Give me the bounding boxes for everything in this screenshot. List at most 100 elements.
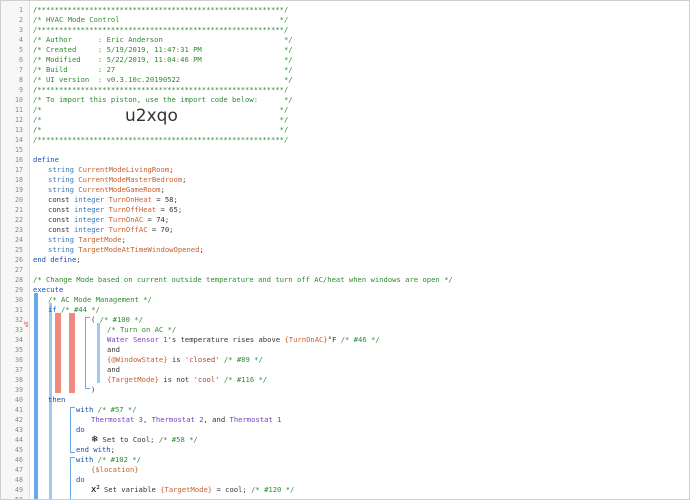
code-token: then xyxy=(48,395,66,404)
code-line: /* Author : Eric Anderson */ xyxy=(33,35,293,45)
code-line: /* Created : 5/19/2019, 11:47:31 PM */ xyxy=(33,45,293,55)
with-block-bracket-1 xyxy=(70,407,75,453)
code-token: is xyxy=(167,355,185,364)
code-line: end with; xyxy=(76,445,115,455)
line-number: 9 xyxy=(19,86,23,94)
code-token: /* */ xyxy=(33,105,289,114)
code-line: /***************************************… xyxy=(33,85,288,95)
code-token: /* #46 */ xyxy=(340,335,380,344)
code-token: do xyxy=(76,475,85,484)
code-token: do xyxy=(76,425,85,434)
line-number: 22 xyxy=(15,216,23,224)
code-token: /* Modified : 5/22/2019, 11:04:46 PM */ xyxy=(33,55,293,64)
code-token: string xyxy=(48,175,79,184)
code-token: , and xyxy=(203,415,230,424)
code-token: CurrentModeGameRoom xyxy=(78,185,161,194)
line-number: 23 xyxy=(15,226,23,234)
code-token: Thermostat 2 xyxy=(151,415,204,424)
line-number: 26 xyxy=(15,256,23,264)
code-token: /***************************************… xyxy=(33,5,289,14)
code-token: = cool; xyxy=(212,485,252,494)
code-line: const integer TurnOnHeat = 58; xyxy=(48,195,178,205)
code-token: {TargetMode} xyxy=(107,375,159,384)
code-token: CurrentModeMasterBedroom xyxy=(78,175,183,184)
code-token: Water Sensor 1 xyxy=(107,335,168,344)
code-line: /* To import this piston, use the import… xyxy=(33,95,293,105)
line-number: 35 xyxy=(15,346,23,354)
code-token: CurrentModeLivingRoom xyxy=(78,165,170,174)
code-token: string xyxy=(48,165,79,174)
condition-trigger-icon: ↯ xyxy=(23,320,30,329)
code-token: integer xyxy=(73,225,109,234)
code-token: with xyxy=(76,405,98,414)
line-number: 24 xyxy=(15,236,23,244)
line-number: 36 xyxy=(15,356,23,364)
line-number: 17 xyxy=(15,166,23,174)
code-token: , xyxy=(142,415,152,424)
code-line: /***************************************… xyxy=(33,25,288,35)
code-line: Thermostat 3, Thermostat 2, and Thermost… xyxy=(91,415,281,425)
code-line: /* Change Mode based on current outside … xyxy=(33,275,453,285)
code-token: /* Build : 27 */ xyxy=(33,65,293,74)
line-number: 6 xyxy=(19,56,23,64)
code-token: ; xyxy=(199,245,204,254)
piston-code-viewer: ↯ u2xqo 1/******************************… xyxy=(0,0,690,500)
code-token: /* To import this piston, use the import… xyxy=(33,95,293,104)
with-block-bracket-2 xyxy=(70,457,75,499)
code-token: integer xyxy=(73,205,109,214)
line-number: 34 xyxy=(15,336,23,344)
code-token: /* #102 */ xyxy=(97,455,141,464)
code-token: TurnOffHeat xyxy=(108,205,157,214)
code-token: = 70; xyxy=(147,225,174,234)
code-line: x² Set variable {TargetMode} = cool; /* #… xyxy=(91,485,294,495)
code-token: const xyxy=(48,215,74,224)
code-line: do xyxy=(76,425,85,435)
code-token: {TurnOnAC} xyxy=(284,335,328,344)
code-line: and xyxy=(107,365,120,375)
code-token: /* #89 */ xyxy=(223,355,263,364)
code-line: const integer TurnOffAC = 70; xyxy=(48,225,174,235)
code-token: string xyxy=(48,245,79,254)
code-token: const xyxy=(48,195,74,204)
line-number: 28 xyxy=(15,276,23,284)
code-line: string CurrentModeMasterBedroom; xyxy=(48,175,186,185)
code-line: /* Modified : 5/22/2019, 11:04:46 PM */ xyxy=(33,55,293,65)
code-token: if xyxy=(48,305,61,314)
line-number: 47 xyxy=(15,466,23,474)
code-token: Set to Cool; xyxy=(102,435,159,444)
code-token: const xyxy=(48,205,74,214)
code-token: TurnOnHeat xyxy=(108,195,152,204)
code-line: /* */ xyxy=(33,105,288,115)
code-token: /* Turn on AC */ xyxy=(107,325,177,334)
line-number: 43 xyxy=(15,426,23,434)
code-token: ) xyxy=(91,385,96,394)
line-number: 3 xyxy=(19,26,23,34)
code-line: /* UI version : v0.3.10c.20190522 */ xyxy=(33,75,293,85)
code-line: const integer TurnOnAC = 74; xyxy=(48,215,169,225)
code-token: = 58; xyxy=(151,195,178,204)
condition-bar-outer xyxy=(55,313,61,393)
code-token: TurnOnAC xyxy=(108,215,144,224)
code-token: = 65; xyxy=(156,205,183,214)
code-line: string CurrentModeLivingRoom; xyxy=(48,165,174,175)
line-number: 1 xyxy=(19,6,23,14)
code-line: with /* #57 */ xyxy=(76,405,137,415)
code-token: /* HVAC Mode Control */ xyxy=(33,15,289,24)
code-token: ; xyxy=(121,235,126,244)
line-number: 19 xyxy=(15,186,23,194)
code-token: string xyxy=(48,185,79,194)
line-number: 45 xyxy=(15,446,23,454)
line-number: 18 xyxy=(15,176,23,184)
code-token: {TargetMode} xyxy=(160,485,213,494)
code-line: {TargetMode} is not 'cool' /* #116 */ xyxy=(107,375,267,385)
code-token: integer xyxy=(73,195,109,204)
line-number: 25 xyxy=(15,246,23,254)
line-number: 10 xyxy=(15,96,23,104)
code-line: ) xyxy=(91,385,95,395)
code-token: integer xyxy=(73,215,109,224)
line-number: 38 xyxy=(15,376,23,384)
code-line: string CurrentModeGameRoom; xyxy=(48,185,165,195)
code-token: end define xyxy=(33,255,77,264)
line-number: 44 xyxy=(15,436,23,444)
code-token: Thermostat 3 xyxy=(91,415,143,424)
